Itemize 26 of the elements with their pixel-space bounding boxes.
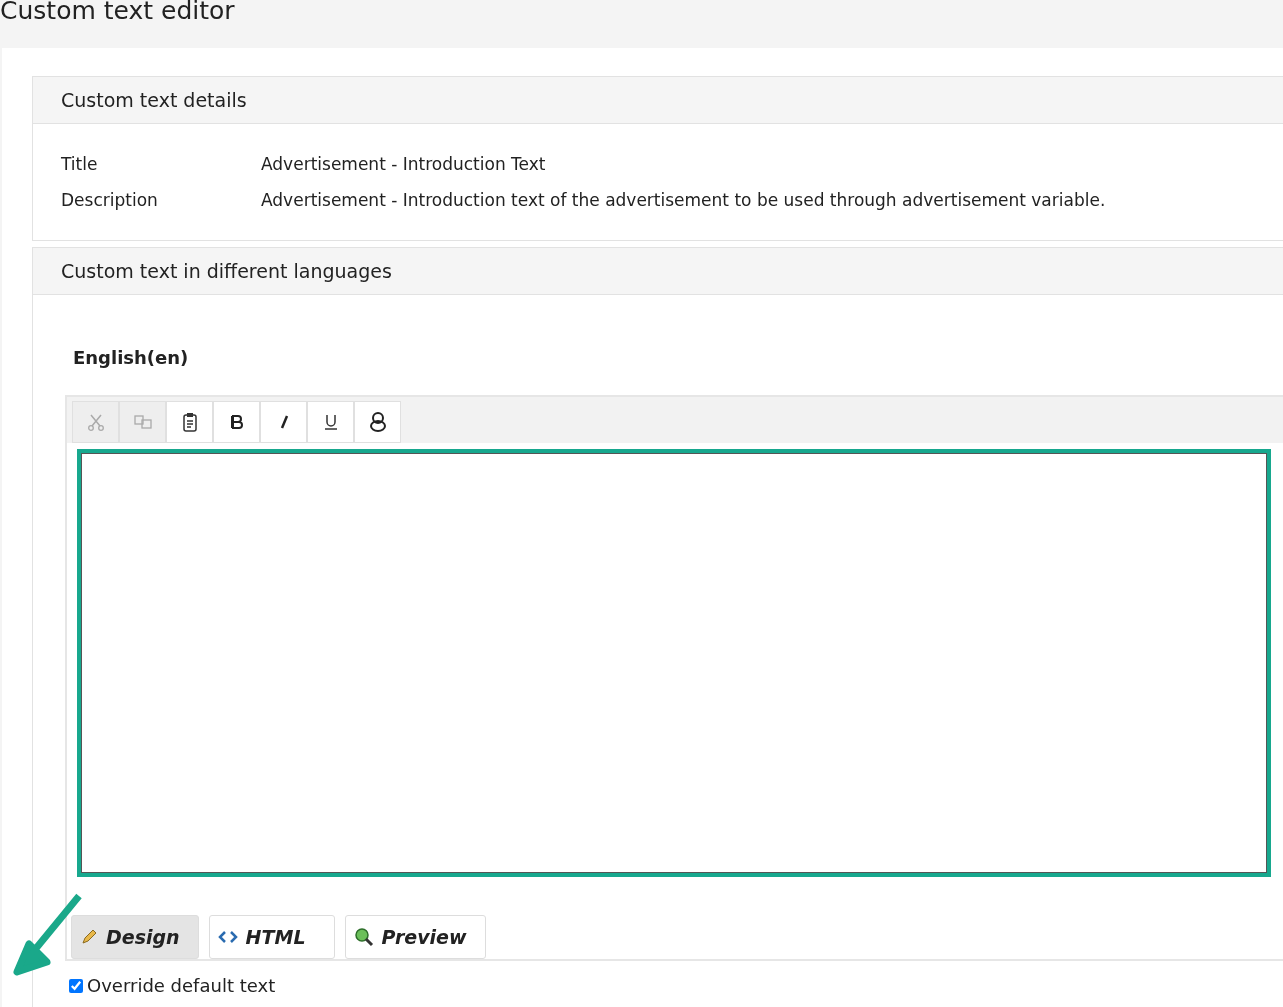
bold-icon <box>229 414 244 430</box>
pencil-icon <box>80 928 98 946</box>
override-label: Override default text <box>87 975 276 996</box>
field-value: Advertisement - Introduction text of the advertisement to be used through advertisement variable. <box>261 190 1106 210</box>
bold-button[interactable] <box>213 401 260 443</box>
section-heading: Custom text details <box>33 77 1283 124</box>
copy-icon <box>132 412 153 432</box>
link-button[interactable] <box>354 401 401 443</box>
underline-button[interactable] <box>307 401 354 443</box>
mode-tab[interactable]: Design <box>71 915 199 959</box>
mode-tab[interactable]: Preview <box>344 915 486 959</box>
field-label: Title <box>61 154 99 174</box>
clipboard-icon <box>180 412 199 432</box>
language-label: English(en) <box>73 347 190 368</box>
scissors-icon <box>85 412 106 432</box>
underline-icon <box>323 413 338 431</box>
code-icon <box>217 929 238 945</box>
override-checkbox[interactable] <box>69 978 83 993</box>
section-heading: Custom text in different languages <box>33 248 1283 295</box>
mode-tab[interactable]: HTML <box>208 915 335 959</box>
field-label: Description <box>61 190 159 210</box>
field-value: Advertisement - Introduction Text <box>261 154 546 174</box>
page-title: Custom text editor <box>0 0 235 25</box>
paste-button[interactable] <box>166 401 213 443</box>
magnifier-icon <box>353 927 374 947</box>
text-area[interactable] <box>77 449 1271 877</box>
